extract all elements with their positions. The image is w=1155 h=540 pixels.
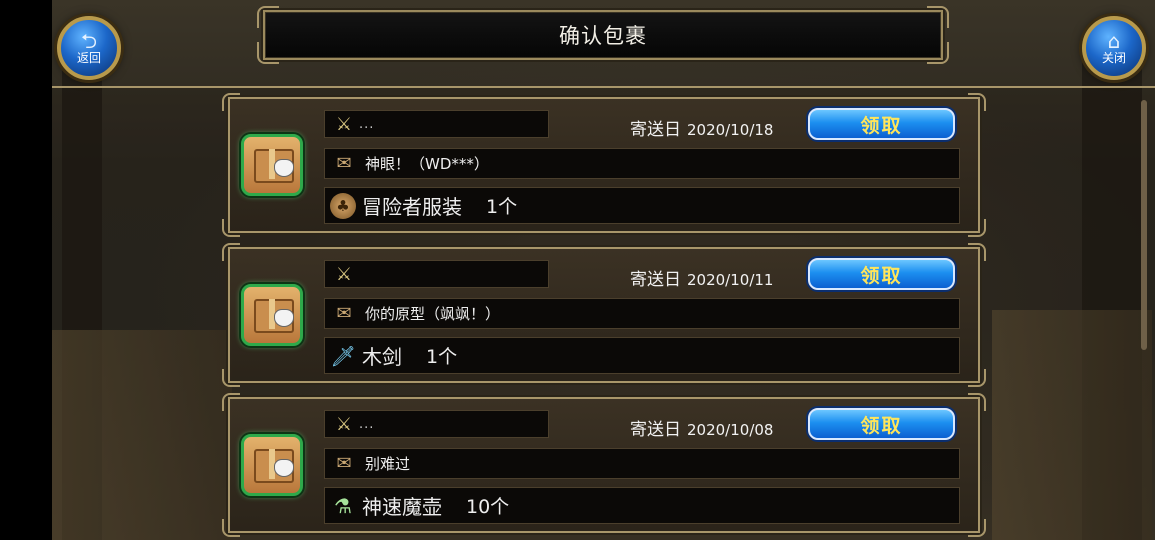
claim-button[interactable]: 领取 — [808, 408, 955, 440]
claim-button[interactable]: 领取 — [808, 258, 955, 290]
item-name: 木剑 — [362, 345, 402, 369]
home-icon: ⌂ — [1107, 29, 1121, 53]
frame-corner — [222, 219, 240, 237]
frame-corner — [257, 6, 279, 28]
message-text: 你的原型（飒飒！） — [365, 305, 501, 323]
close-label: 关闭 — [1101, 51, 1126, 65]
send-date-value: 2020/10/18 — [687, 121, 774, 139]
frame-corner — [968, 219, 986, 237]
package-box-icon — [241, 284, 303, 346]
sender-row: ⚔ ... — [324, 410, 549, 438]
frame-corner — [222, 393, 240, 411]
send-date: 寄送日 2020/10/08 — [630, 415, 773, 440]
send-date-value: 2020/10/11 — [687, 271, 774, 289]
title-bar: 确认包裹 — [257, 6, 949, 64]
message-text: 别难过 — [365, 455, 411, 473]
sword-icon: 🗡 — [330, 343, 356, 368]
list-scrollbar[interactable] — [1141, 100, 1147, 350]
package-box-icon — [241, 134, 303, 196]
letter-scroll-icon: ✉ — [336, 153, 352, 174]
item-quantity: 1个 — [426, 346, 458, 368]
item-name: 冒险者服装 — [362, 195, 462, 219]
message-text: 神眼！（WD***） — [365, 155, 489, 173]
message-row: ✉ 你的原型（飒飒！） — [324, 298, 960, 329]
sender-icon: ⚔ — [335, 263, 353, 285]
message-row: ✉ 神眼！（WD***） — [324, 148, 960, 179]
frame-corner — [968, 243, 986, 261]
send-date-value: 2020/10/08 — [687, 421, 774, 439]
send-date: 寄送日 2020/10/11 — [630, 265, 773, 290]
sender-row: ⚔ ... — [324, 110, 549, 138]
claim-button[interactable]: 领取 — [808, 108, 955, 140]
sender-name: ... — [359, 416, 375, 432]
page-title: 确认包裹 — [559, 24, 647, 48]
sender-icon: ⚔ — [335, 113, 353, 135]
frame-corner — [968, 369, 986, 387]
item-row: ⚗ 神速魔壶 10个 — [324, 487, 960, 524]
message-row: ✉ 别难过 — [324, 448, 960, 479]
costume-icon: ♣ — [330, 192, 356, 219]
frame-corner — [222, 519, 240, 537]
package-box-icon — [241, 434, 303, 496]
close-button[interactable]: ⌂ 关闭 — [1082, 16, 1146, 80]
frame-corner — [927, 42, 949, 64]
sender-row: ⚔ — [324, 260, 549, 288]
back-label: 返回 — [76, 51, 101, 65]
item-row: ♣ 冒险者服装 1个 — [324, 187, 960, 224]
letter-scroll-icon: ✉ — [336, 453, 352, 474]
item-row: 🗡 木剑 1个 — [324, 337, 960, 374]
sender-name: ... — [359, 116, 375, 132]
letter-scroll-icon: ✉ — [336, 303, 352, 324]
package-card: ⚔ ... 寄送日 2020/10/08 领取 ✉ 别难过 ⚗ 神速魔壶 10个 — [222, 393, 986, 537]
frame-corner — [222, 243, 240, 261]
package-card: ⚔ ... 寄送日 2020/10/18 领取 ✉ 神眼！（WD***） ♣ 冒险… — [222, 93, 986, 237]
frame-corner — [222, 93, 240, 111]
send-date-label: 寄送日 — [630, 270, 681, 290]
frame-corner — [222, 369, 240, 387]
package-card: ⚔ 寄送日 2020/10/11 领取 ✉ 你的原型（飒飒！） 🗡 木剑 1个 — [222, 243, 986, 387]
frame-corner — [968, 393, 986, 411]
return-arrow-icon: ⮌ — [80, 29, 98, 53]
potion-icon: ⚗ — [334, 493, 352, 518]
sender-icon: ⚔ — [335, 413, 353, 435]
frame-corner — [927, 6, 949, 28]
frame-corner — [968, 93, 986, 111]
back-button[interactable]: ⮌ 返回 — [57, 16, 121, 80]
send-date-label: 寄送日 — [630, 420, 681, 440]
send-date: 寄送日 2020/10/18 — [630, 115, 773, 140]
frame-corner — [968, 519, 986, 537]
item-quantity: 10个 — [466, 496, 510, 518]
scrollbar-thumb[interactable] — [1141, 100, 1147, 350]
item-quantity: 1个 — [486, 196, 518, 218]
frame-corner — [257, 42, 279, 64]
send-date-label: 寄送日 — [630, 120, 681, 140]
item-name: 神速魔壶 — [362, 495, 442, 519]
